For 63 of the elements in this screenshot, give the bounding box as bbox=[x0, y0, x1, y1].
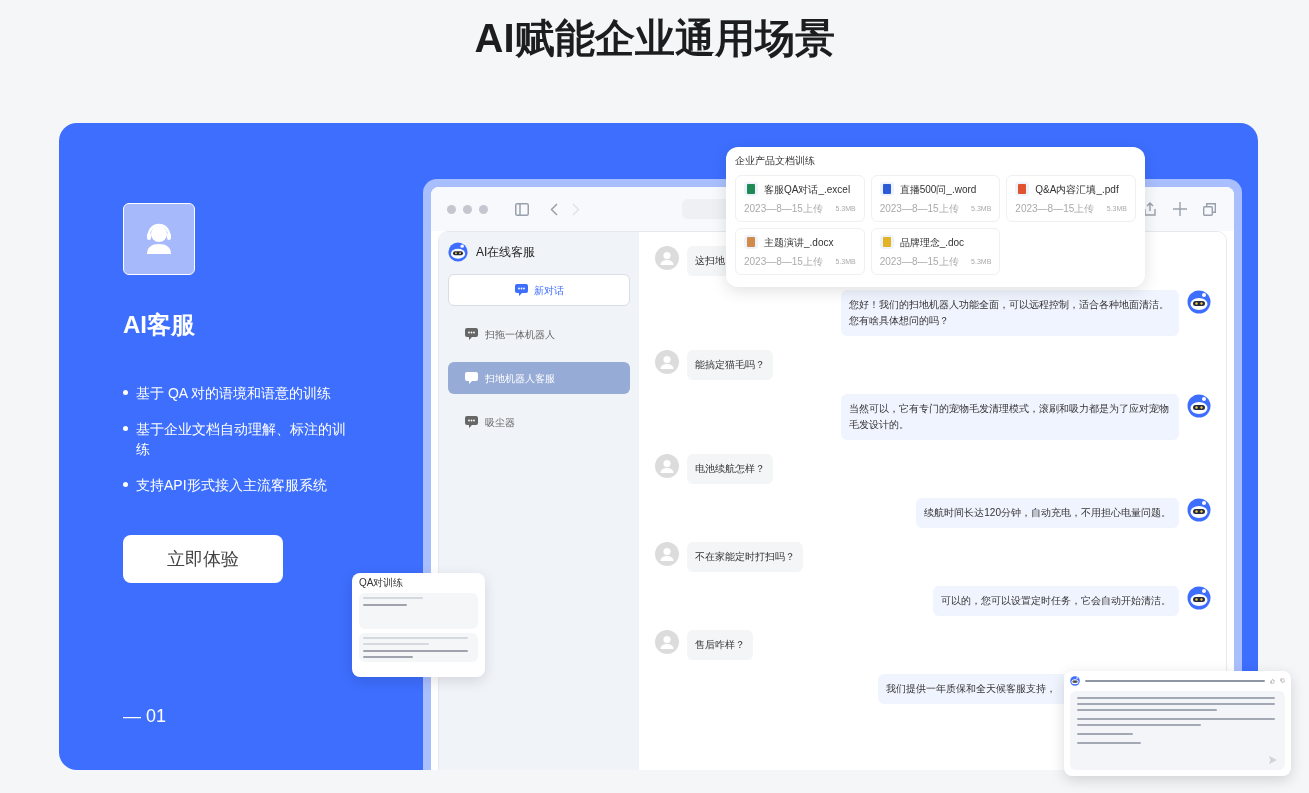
feature-bullet-text: 基于企业文档自动理解、标注的训练 bbox=[136, 420, 347, 459]
address-bar[interactable] bbox=[682, 199, 726, 219]
sidebar-title: AI在线客服 bbox=[476, 244, 536, 261]
thumbs-down-icon[interactable] bbox=[1280, 677, 1285, 685]
file-date: 2023—8—15上传 bbox=[879, 256, 959, 268]
document-icon bbox=[1015, 182, 1030, 196]
try-now-button[interactable]: 立即体验 bbox=[123, 535, 283, 583]
user-avatar-icon bbox=[655, 454, 679, 478]
slide-index: — 01 bbox=[123, 705, 168, 728]
robot-avatar-icon bbox=[1187, 498, 1211, 522]
back-chevron-icon[interactable] bbox=[550, 202, 558, 216]
robot-logo-icon bbox=[1070, 676, 1080, 686]
chat-bubble-icon bbox=[514, 284, 528, 296]
forward-chevron-icon[interactable] bbox=[572, 202, 580, 216]
file-name: 客服QA对话_.excel bbox=[764, 182, 851, 196]
bot-message-bubble: 续航时间长达120分钟，自动充电，不用担心电量问题。 bbox=[916, 498, 1179, 528]
bot-message-bubble: 可以的，您可以设置定时任务，它会自动开始清洁。 bbox=[933, 586, 1179, 616]
file-name: Q&A内容汇填_.pdf bbox=[1035, 182, 1119, 196]
user-message-bubble: 能搞定猫毛吗？ bbox=[687, 350, 773, 380]
file-date: 2023—8—15上传 bbox=[1015, 203, 1095, 215]
conversation-item[interactable]: 扫拖一体机器人 bbox=[448, 318, 630, 350]
robot-logo-icon bbox=[448, 242, 468, 262]
feature-bullet-text: 基于 QA 对的语境和语意的训练 bbox=[136, 384, 332, 403]
user-avatar-icon bbox=[655, 246, 679, 270]
document-icon bbox=[744, 235, 758, 249]
chat-bubble-icon bbox=[465, 372, 478, 384]
user-message-bubble: 电池续航怎样？ bbox=[687, 454, 773, 484]
robot-avatar-icon bbox=[1187, 394, 1211, 418]
document-icon bbox=[879, 235, 894, 249]
qa-card-title: QA对训练 bbox=[359, 577, 405, 589]
conversation-item[interactable]: 吸尘器 bbox=[448, 406, 630, 438]
file-panel-title: 企业产品文档训练 bbox=[735, 154, 816, 168]
chat-bubble-icon bbox=[465, 328, 478, 340]
user-avatar-icon bbox=[655, 542, 679, 566]
file-name: 主题演讲_.docx bbox=[764, 235, 834, 249]
user-avatar-icon bbox=[655, 350, 679, 374]
file-date: 2023—8—15上传 bbox=[879, 203, 959, 215]
bot-message-bubble: 我们提供一年质保和全天候客服支持， bbox=[878, 674, 1064, 704]
copy-icon[interactable] bbox=[1203, 202, 1216, 216]
thumbs-up-icon[interactable] bbox=[1270, 677, 1275, 685]
file-name: 直播500问_.word bbox=[899, 182, 977, 196]
share-icon[interactable] bbox=[1143, 202, 1157, 216]
bot-message-bubble: 当然可以，它有专门的宠物毛发清理模式，滚刷和吸力都是为了应对宠物毛发设计的。 bbox=[841, 394, 1179, 440]
headset-agent-icon bbox=[123, 203, 195, 275]
file-date: 2023—8—15上传 bbox=[744, 256, 823, 268]
sidebar-toggle-icon[interactable] bbox=[515, 202, 529, 216]
feature-title: AI客服 bbox=[123, 311, 196, 339]
feature-bullet-text: 支持API形式接入主流客服系统 bbox=[136, 476, 327, 495]
user-message-bubble: 不在家能定时打扫吗？ bbox=[687, 542, 803, 572]
bot-message-bubble: 您好！我们的扫地机器人功能全面，可以远程控制，适合各种地面清洁。您有啥具体想问的吗？ bbox=[841, 290, 1179, 336]
page-title: AI赋能企业通用场景 bbox=[474, 15, 835, 62]
user-message-bubble: 售后咋样？ bbox=[687, 630, 753, 660]
send-icon[interactable] bbox=[1269, 756, 1277, 764]
document-icon bbox=[744, 182, 758, 196]
file-name: 品牌理念_.doc bbox=[899, 235, 965, 249]
file-date: 2023—8—15上传 bbox=[744, 203, 823, 215]
new-chat-button[interactable]: 新对话 bbox=[448, 274, 630, 306]
plus-icon[interactable] bbox=[1173, 202, 1187, 216]
chat-bubble-icon bbox=[465, 416, 478, 428]
robot-avatar-icon bbox=[1187, 290, 1211, 314]
user-avatar-icon bbox=[655, 630, 679, 654]
document-icon bbox=[879, 182, 894, 196]
robot-avatar-icon bbox=[1187, 586, 1211, 610]
